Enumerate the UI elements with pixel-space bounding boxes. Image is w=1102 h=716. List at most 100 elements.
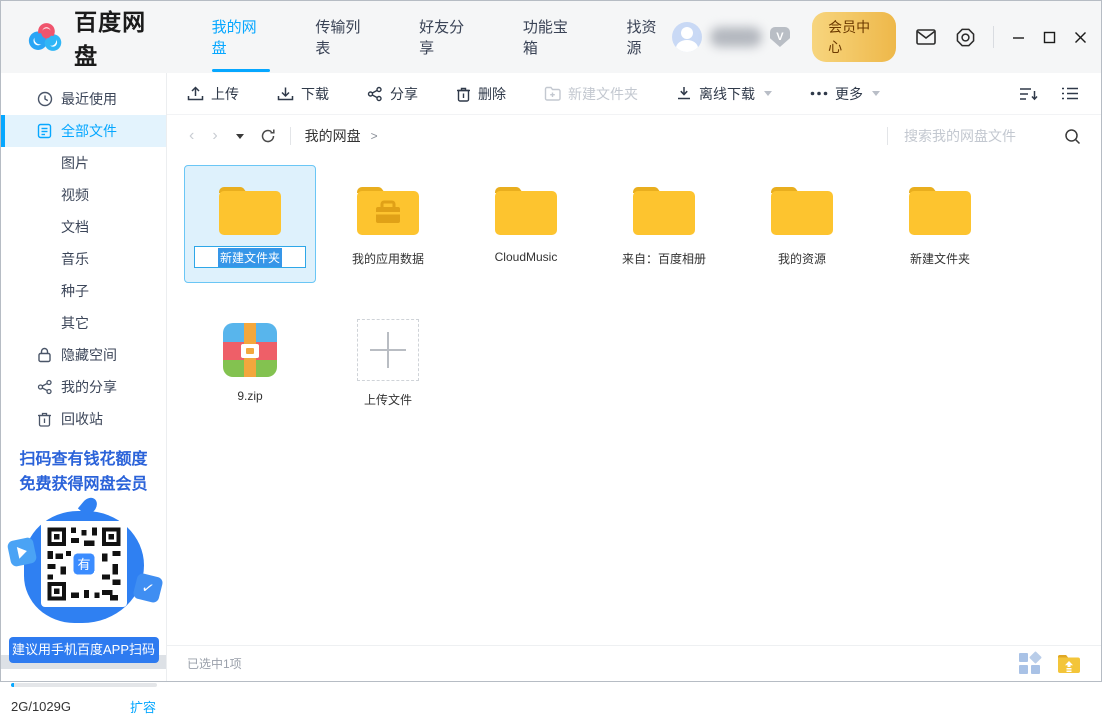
vip-center-button[interactable]: 会员中心 [812, 12, 896, 62]
file-tile-new-folder[interactable]: 新建文件夹 [874, 165, 1006, 283]
app-logo: 百度网盘 [27, 3, 168, 71]
search-icon[interactable] [1064, 128, 1081, 145]
search-input[interactable] [904, 128, 1064, 144]
file-name: 来自：百度相册 [622, 250, 706, 267]
sort-order-icon[interactable] [1019, 86, 1039, 102]
breadcrumb-path[interactable]: 我的网盘 [305, 126, 361, 146]
sidebar-item-others[interactable]: 其它 [1, 307, 166, 339]
grid-view-icon[interactable] [1019, 653, 1041, 675]
main-nav: 我的网盘 传输列表 好友分享 功能宝箱 找资源 [210, 6, 672, 68]
sidebar-item-label: 全部文件 [61, 121, 117, 141]
nav-back-icon[interactable]: ‹ [189, 127, 194, 145]
more-dots-icon [810, 91, 828, 96]
sidebar-item-music[interactable]: 音乐 [1, 243, 166, 275]
file-tile-my-resources[interactable]: 我的资源 [736, 165, 868, 283]
file-name: 9.zip [237, 389, 262, 403]
upload-button[interactable]: 上传 [187, 84, 239, 104]
file-name: 我的资源 [778, 250, 826, 267]
offline-download-button[interactable]: 离线下载 [676, 84, 772, 104]
sidebar-item-recycle-bin[interactable]: 回收站 [1, 403, 166, 435]
close-button[interactable] [1074, 31, 1087, 44]
folder-icon [906, 182, 974, 240]
sidebar-item-label: 隐藏空间 [61, 345, 117, 365]
sidebar-item-videos[interactable]: 视频 [1, 179, 166, 211]
status-bar: 已选中1项 [167, 645, 1101, 681]
download-button[interactable]: 下载 [277, 84, 329, 104]
folder-upload-icon[interactable] [1057, 654, 1081, 674]
check-badge-icon: ✓ [132, 572, 164, 604]
tab-friend-share[interactable]: 好友分享 [417, 6, 479, 68]
new-folder-icon [544, 86, 561, 101]
file-grid: 新建文件夹 我的应用数据 CloudMusic [167, 157, 1101, 645]
sidebar: 最近使用 全部文件 图片 视频 文档 音乐 种子 其它 [1, 73, 167, 681]
vip-level-badge: V [770, 27, 790, 47]
sidebar-item-label: 最近使用 [61, 89, 117, 109]
delete-button[interactable]: 删除 [456, 84, 506, 104]
mail-icon[interactable] [916, 29, 936, 45]
file-name: 新建文件夹 [910, 250, 970, 267]
share-icon [367, 86, 383, 102]
promo-banner[interactable]: 扫码查有钱花额度 免费获得网盘会员 ✓ [1, 435, 166, 669]
minimize-button[interactable] [1012, 31, 1025, 44]
file-tile-baidu-album[interactable]: 来自：百度相册 [598, 165, 730, 283]
file-tile-cloudmusic[interactable]: CloudMusic [460, 165, 592, 283]
header-right: V 会员中心 [672, 12, 1087, 62]
rename-input[interactable]: 新建文件夹 [194, 246, 306, 268]
view-mode-icon[interactable] [1061, 86, 1079, 101]
app-folder-icon [354, 182, 422, 240]
maximize-button[interactable] [1043, 31, 1056, 44]
expand-storage-link[interactable]: 扩容 [130, 697, 156, 716]
breadcrumb-separator: > [371, 129, 378, 143]
tab-find-resources[interactable]: 找资源 [625, 6, 672, 68]
breadcrumb-divider [290, 127, 291, 145]
file-name: 我的应用数据 [352, 250, 424, 267]
storage-usage-text: 2G/1029G [11, 699, 71, 714]
sidebar-item-my-shares[interactable]: 我的分享 [1, 371, 166, 403]
promo-qr-area: ✓ [1, 503, 167, 635]
more-button[interactable]: 更多 [810, 84, 880, 104]
sidebar-item-pictures[interactable]: 图片 [1, 147, 166, 179]
share-icon [37, 379, 53, 395]
file-name: CloudMusic [495, 250, 558, 264]
upload-file-tile[interactable]: 上传文件 [322, 304, 454, 422]
storage-progress-fill [11, 683, 14, 687]
file-tile-app-data[interactable]: 我的应用数据 [322, 165, 454, 283]
sidebar-item-hidden-space[interactable]: 隐藏空间 [1, 339, 166, 371]
selection-count: 已选中1项 [187, 655, 242, 672]
toolbar: 上传 下载 分享 删除 新建文件夹 [167, 73, 1101, 115]
download-icon [277, 86, 294, 102]
user-avatar[interactable] [672, 22, 702, 52]
sidebar-item-all-files[interactable]: 全部文件 [1, 115, 166, 147]
folder-icon [492, 182, 560, 240]
upload-icon [187, 86, 204, 102]
folder-icon [216, 182, 284, 240]
offline-download-icon [676, 86, 692, 101]
plus-icon [357, 319, 419, 381]
folder-icon [630, 182, 698, 240]
sidebar-item-documents[interactable]: 文档 [1, 211, 166, 243]
settings-icon[interactable] [956, 28, 975, 47]
search-divider [887, 127, 888, 145]
promo-scan-button[interactable]: 建议用手机百度APP扫码 [9, 637, 159, 663]
qr-code: 有 [41, 521, 127, 607]
refresh-icon[interactable] [260, 128, 276, 144]
file-tile-new-folder-editing[interactable]: 新建文件夹 [184, 165, 316, 283]
rename-selected-text: 新建文件夹 [218, 248, 282, 267]
clock-icon [37, 91, 53, 107]
tab-my-drive[interactable]: 我的网盘 [210, 6, 272, 68]
tab-transfer-list[interactable]: 传输列表 [313, 6, 375, 68]
history-dropdown-icon[interactable] [236, 134, 244, 139]
sidebar-item-recent[interactable]: 最近使用 [1, 83, 166, 115]
promo-line2: 免费获得网盘会员 [1, 472, 166, 497]
baidu-pan-logo-icon [27, 20, 64, 54]
share-button[interactable]: 分享 [367, 84, 418, 104]
content-area: 上传 下载 分享 删除 新建文件夹 [167, 73, 1101, 681]
tab-toolbox[interactable]: 功能宝箱 [521, 6, 583, 68]
file-tile-zip[interactable]: 9.zip [184, 304, 316, 422]
sidebar-item-torrents[interactable]: 种子 [1, 275, 166, 307]
nav-forward-icon[interactable]: › [212, 127, 217, 145]
new-folder-button[interactable]: 新建文件夹 [544, 84, 638, 104]
trash-icon [456, 86, 471, 102]
chevron-down-icon [764, 91, 772, 96]
search-box [887, 127, 1081, 145]
